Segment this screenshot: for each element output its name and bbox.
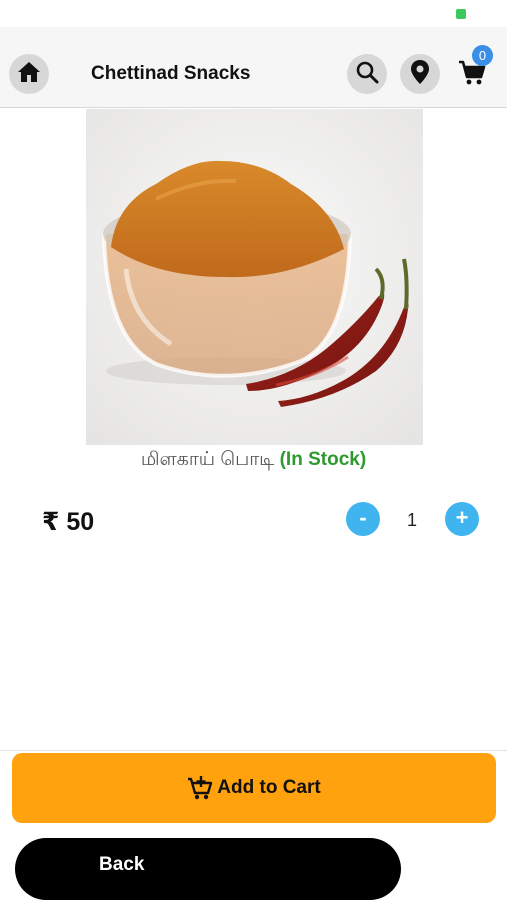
search-button[interactable] bbox=[347, 54, 387, 94]
status-bar bbox=[0, 0, 507, 27]
stock-status: (In Stock) bbox=[279, 449, 367, 470]
location-button[interactable] bbox=[400, 54, 440, 94]
app-title: Chettinad Snacks bbox=[91, 63, 251, 84]
home-button[interactable] bbox=[9, 54, 49, 94]
chili-powder-illustration bbox=[86, 109, 423, 445]
quantity-value: 1 bbox=[406, 510, 417, 530]
back-button[interactable]: Back bbox=[15, 838, 401, 900]
quantity-decrease-button[interactable]: - bbox=[346, 502, 380, 536]
add-to-cart-icon bbox=[187, 775, 213, 801]
location-pin-icon bbox=[410, 59, 430, 90]
back-button-label: Back bbox=[99, 854, 145, 875]
search-icon bbox=[355, 60, 379, 89]
product-price: ₹ 50 bbox=[42, 508, 95, 536]
product-name: மிளகாய் பொடி bbox=[140, 449, 275, 470]
battery-indicator-icon bbox=[456, 9, 466, 19]
product-image[interactable] bbox=[86, 109, 423, 445]
product-title-row: மிளகாய் பொடி (In Stock) bbox=[0, 449, 507, 473]
cart-count-badge: 0 bbox=[472, 45, 493, 66]
home-icon bbox=[17, 60, 41, 89]
add-to-cart-button[interactable]: Add to Cart bbox=[12, 753, 496, 823]
app-header: Chettinad Snacks bbox=[0, 27, 507, 108]
divider bbox=[0, 750, 507, 751]
add-to-cart-label: Add to Cart bbox=[217, 777, 321, 798]
quantity-increase-button[interactable]: + bbox=[445, 502, 479, 536]
